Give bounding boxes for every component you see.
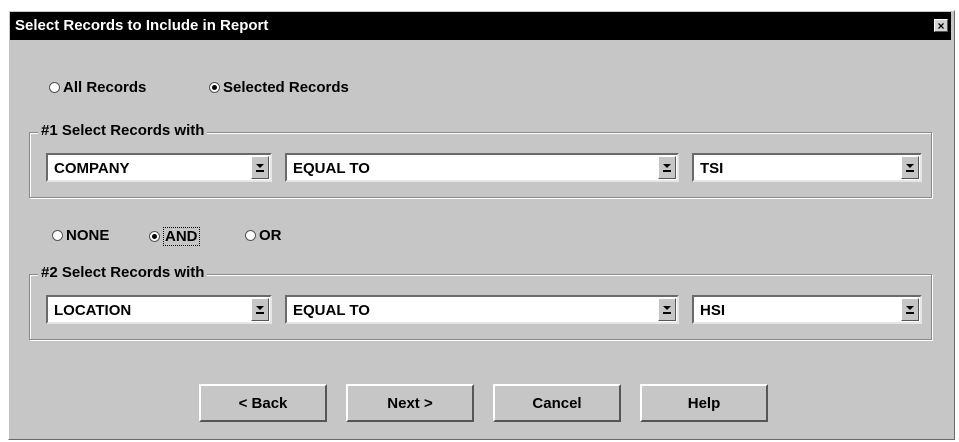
operator-select-2[interactable]: EQUAL TO [285, 295, 679, 324]
field-select-1[interactable]: COMPANY [46, 153, 272, 182]
operator-select-2-value: EQUAL TO [293, 302, 370, 319]
title-bar[interactable]: Select Records to Include in Report × [10, 12, 951, 40]
radio-or[interactable]: OR [245, 227, 282, 244]
chevron-down-icon[interactable] [658, 298, 676, 321]
radio-all-records-label: All Records [63, 79, 147, 96]
radio-all-records[interactable]: All Records [49, 79, 146, 96]
back-button[interactable]: < Back [199, 384, 327, 422]
value-select-1-value: TSI [700, 160, 724, 177]
chevron-down-icon[interactable] [658, 156, 676, 179]
dialog-title: Select Records to Include in Report [15, 17, 269, 34]
radio-indicator-selected [149, 231, 160, 242]
value-select-1[interactable]: TSI [692, 153, 922, 182]
close-button[interactable]: × [934, 19, 948, 33]
radio-selected-records-label: Selected Records [223, 79, 349, 96]
radio-selected-records[interactable]: Selected Records [209, 79, 349, 96]
chevron-down-icon[interactable] [901, 298, 919, 321]
value-select-2-value: HSI [700, 302, 726, 319]
operator-select-1-value: EQUAL TO [293, 160, 370, 177]
field-select-2-value: LOCATION [54, 302, 132, 319]
radio-none[interactable]: NONE [52, 227, 109, 244]
cancel-button[interactable]: Cancel [493, 384, 621, 422]
radio-or-label: OR [259, 227, 282, 244]
chevron-down-icon[interactable] [251, 156, 269, 179]
chevron-down-icon[interactable] [251, 298, 269, 321]
operator-select-1[interactable]: EQUAL TO [285, 153, 679, 182]
radio-indicator [52, 230, 63, 241]
radio-indicator-selected [209, 82, 220, 93]
next-button[interactable]: Next > [346, 384, 474, 422]
help-button[interactable]: Help [640, 384, 768, 422]
dialog-window: Select Records to Include in Report × Al… [8, 10, 955, 440]
radio-none-label: NONE [66, 227, 110, 244]
radio-and[interactable]: AND [149, 227, 200, 246]
value-select-2[interactable]: HSI [692, 295, 922, 324]
radio-indicator [49, 82, 60, 93]
criteria-group-2-legend: #2 Select Records with [38, 264, 208, 281]
field-select-2[interactable]: LOCATION [46, 295, 272, 324]
chevron-down-icon[interactable] [901, 156, 919, 179]
radio-indicator [245, 230, 256, 241]
field-select-1-value: COMPANY [54, 160, 130, 177]
radio-and-label: AND [163, 227, 200, 246]
criteria-group-1-legend: #1 Select Records with [38, 122, 208, 139]
